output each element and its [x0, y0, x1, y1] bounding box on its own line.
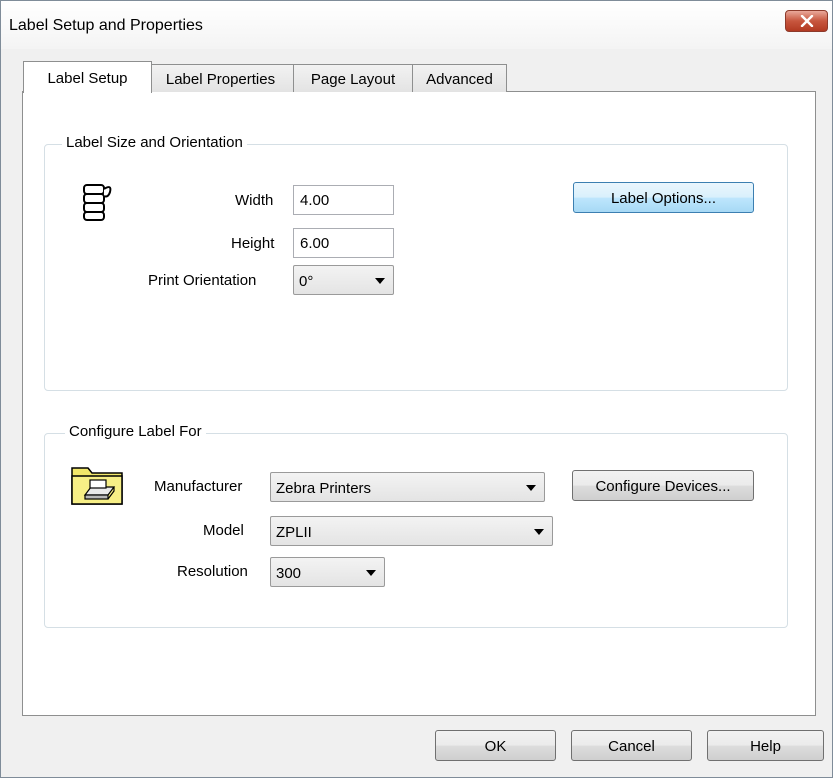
- tab-page-layout[interactable]: Page Layout: [293, 64, 413, 92]
- size-orientation-group-title: Label Size and Orientation: [62, 134, 247, 151]
- close-button[interactable]: [785, 10, 828, 32]
- size-orientation-group: Label Size and Orientation Width 4.00 He…: [44, 134, 788, 391]
- tab-advanced[interactable]: Advanced: [412, 64, 507, 92]
- ok-button[interactable]: OK: [435, 730, 556, 761]
- chevron-down-icon: [375, 278, 385, 284]
- window-title: Label Setup and Properties: [9, 17, 203, 34]
- height-field[interactable]: 6.00: [293, 228, 394, 258]
- printer-folder-icon: [71, 467, 123, 505]
- print-orientation-select[interactable]: 0°: [293, 265, 394, 295]
- manufacturer-value: Zebra Printers: [276, 480, 372, 497]
- manufacturer-select[interactable]: Zebra Printers: [270, 472, 545, 502]
- configure-label-group-title: Configure Label For: [65, 423, 206, 440]
- chevron-down-icon: [366, 570, 376, 576]
- resolution-value: 300: [276, 565, 302, 582]
- print-orientation-label: Print Orientation: [148, 272, 257, 289]
- width-label: Width: [235, 192, 274, 209]
- close-icon: [800, 15, 813, 27]
- chevron-down-icon: [526, 485, 536, 491]
- resolution-select[interactable]: 300: [270, 557, 385, 587]
- print-orientation-value: 0°: [299, 273, 314, 290]
- model-select[interactable]: ZPLII: [270, 516, 553, 546]
- title-bar[interactable]: Label Setup and Properties: [1, 1, 832, 49]
- cancel-button[interactable]: Cancel: [571, 730, 692, 761]
- model-value: ZPLII: [276, 524, 312, 541]
- help-button[interactable]: Help: [707, 730, 824, 761]
- tab-label-setup[interactable]: Label Setup: [23, 61, 152, 93]
- manufacturer-label: Manufacturer: [154, 478, 243, 495]
- chevron-down-icon: [534, 529, 544, 535]
- configure-devices-button[interactable]: Configure Devices...: [572, 470, 754, 501]
- height-label: Height: [231, 235, 275, 252]
- footer-bar: OK Cancel Help: [1, 717, 832, 777]
- tab-label-properties[interactable]: Label Properties: [147, 64, 294, 92]
- model-label: Model: [203, 522, 244, 539]
- resolution-label: Resolution: [177, 563, 248, 580]
- tab-page-label-setup: Label Size and Orientation Width 4.00 He…: [22, 91, 816, 716]
- dialog-window: Label Setup and Properties Label Size an…: [0, 0, 833, 778]
- label-stack-icon: [83, 184, 112, 221]
- width-field[interactable]: 4.00: [293, 185, 394, 215]
- label-options-button[interactable]: Label Options...: [573, 182, 754, 213]
- configure-label-group: Configure Label For Manufacturer Zebra P…: [44, 423, 788, 628]
